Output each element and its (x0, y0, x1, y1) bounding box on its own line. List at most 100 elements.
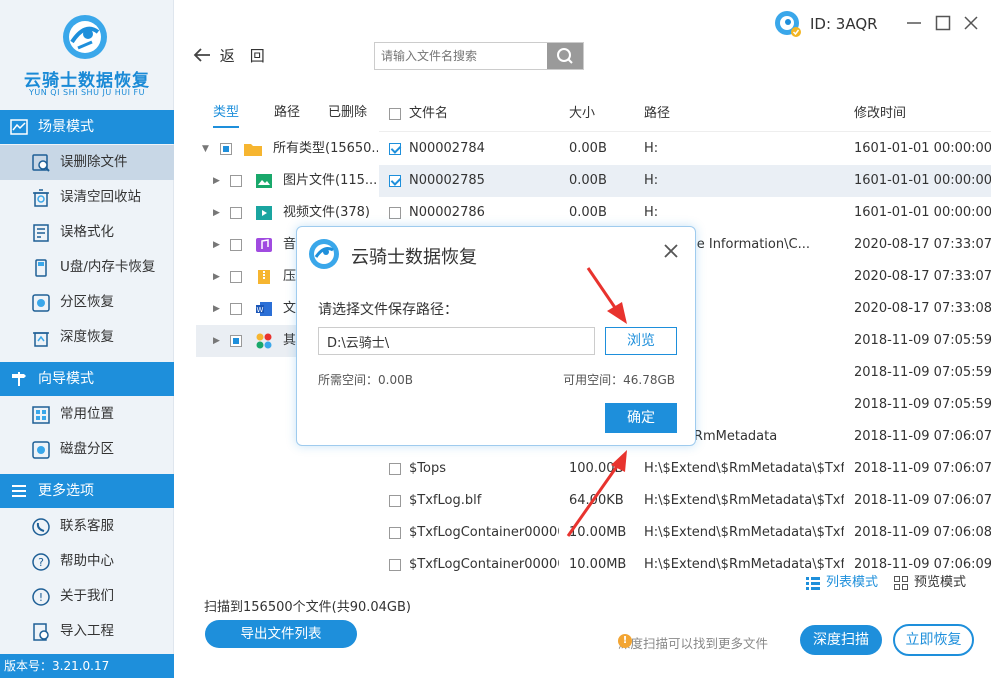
section-more-options[interactable]: 更多选项 (0, 474, 174, 508)
deep-scan-button[interactable]: 深度扫描 (800, 625, 882, 655)
table-row[interactable]: $Tops 100.00B H:\$Extend\$RmMetadata\$TxfL… (379, 453, 991, 485)
nav-help-center[interactable]: ? 帮助中心 (0, 544, 174, 579)
row-checkbox[interactable] (389, 527, 401, 539)
search-button[interactable] (547, 43, 583, 69)
expand-icon[interactable]: ▶ (213, 197, 220, 229)
tree-checkbox[interactable] (230, 207, 242, 219)
nav-contact-support[interactable]: 联系客服 (0, 509, 174, 544)
tree-checkbox[interactable] (230, 239, 242, 251)
minimize-button[interactable] (904, 12, 924, 34)
col-modified[interactable]: 修改时间 (854, 96, 906, 132)
browse-button[interactable]: 浏览 (605, 327, 677, 355)
cell-name: $Tops (409, 461, 446, 476)
expand-icon[interactable]: ▶ (213, 293, 220, 325)
section-wizard-mode[interactable]: 向导模式 (0, 362, 174, 396)
nav-import-project[interactable]: 导入工程 (0, 614, 174, 649)
table-row[interactable]: $TxfLog.blf 64.00KB H:\$Extend\$RmMetadata… (379, 485, 991, 517)
preview-mode-toggle[interactable]: 预览模式 (894, 575, 966, 591)
tab-path[interactable]: 路径 (274, 96, 300, 130)
nav-about-us[interactable]: ! 关于我们 (0, 579, 174, 614)
row-checkbox[interactable] (389, 559, 401, 571)
cell-size: 10.00MB (569, 525, 627, 540)
row-checkbox[interactable] (389, 207, 401, 219)
tree-item-all-types[interactable]: ▼ 所有类型(15650... (196, 133, 378, 165)
tree-item-videos[interactable]: ▶ 视频文件(378) (196, 197, 378, 229)
tree-checkbox[interactable] (230, 175, 242, 187)
tree-label: 图片文件(115... (283, 173, 378, 188)
maximize-button[interactable] (933, 12, 953, 34)
recover-now-button[interactable]: 立即恢复 (893, 624, 974, 656)
cell-path: H:\$Extend\$RmMetadata\$TxfL... (644, 493, 844, 508)
user-id[interactable]: ID: 3AQR (774, 10, 878, 38)
select-all-checkbox[interactable] (389, 108, 401, 120)
close-button[interactable] (961, 12, 981, 34)
table-row[interactable]: N00002784 0.00B H: 1601-01-01 00:00:00 (379, 133, 991, 165)
confirm-button[interactable]: 确定 (605, 403, 677, 433)
nav-label: 关于我们 (60, 588, 114, 604)
cell-time: 1601-01-01 00:00:00 (854, 205, 991, 220)
nav-label: U盘/内存卡恢复 (60, 259, 156, 275)
table-row[interactable]: N00002785 0.00B H: 1601-01-01 00:00:00 (379, 165, 991, 197)
nav-disk-partition[interactable]: 磁盘分区 (0, 432, 174, 467)
expand-icon[interactable]: ▶ (213, 165, 220, 197)
export-list-button[interactable]: 导出文件列表 (205, 620, 357, 648)
grid-view-icon (894, 576, 908, 590)
collapse-icon[interactable]: ▼ (202, 133, 209, 165)
tree-checkbox[interactable] (230, 303, 242, 315)
cell-time: 1601-01-01 00:00:00 (854, 173, 991, 188)
row-checkbox[interactable] (389, 463, 401, 475)
table-row[interactable]: N00002786 0.00B H: 1601-01-01 00:00:00 (379, 197, 991, 229)
cell-path: H:\$Extend\$RmMetadata\$TxfL... (644, 461, 844, 476)
nav-deleted-files[interactable]: 误删除文件 (0, 145, 174, 180)
cell-time: 2018-11-09 07:06:07 (854, 493, 991, 508)
save-path-input[interactable] (318, 327, 595, 355)
nav-label: 联系客服 (60, 518, 114, 534)
cell-time: 2018-11-09 07:06:08 (854, 525, 991, 540)
tab-type[interactable]: 类型 (213, 96, 240, 128)
nav-label: 误格式化 (60, 224, 114, 240)
dialog-title: 云骑士数据恢复 (351, 247, 477, 268)
menu-icon (12, 485, 26, 497)
tree-item-images[interactable]: ▶ 图片文件(115... (196, 165, 378, 197)
signpost-icon (12, 372, 26, 386)
back-button[interactable]: 返 回 (193, 44, 265, 68)
table-row[interactable]: $TxfLogContainer00000... 10.00MB H:\$Exten… (379, 517, 991, 549)
dialog-close-button[interactable] (663, 239, 679, 269)
nav-partition[interactable]: 分区恢复 (0, 285, 174, 320)
row-checkbox[interactable] (389, 143, 401, 155)
available-space: 可用空间：46.78GB (563, 373, 675, 387)
nav-label: 误删除文件 (60, 154, 128, 170)
svg-text:W: W (257, 306, 264, 314)
document-icon: W (256, 302, 272, 316)
nav-deep-recovery[interactable]: 深度恢复 (0, 320, 174, 355)
cell-time: 2020-08-17 07:33:07 (854, 237, 991, 252)
logo-icon (309, 239, 339, 269)
nav-recycle-bin[interactable]: 误清空回收站 (0, 180, 174, 215)
expand-icon[interactable]: ▶ (213, 325, 220, 357)
expand-icon[interactable]: ▶ (213, 261, 220, 293)
help-icon: ? (32, 553, 50, 571)
section-scene-mode[interactable]: 场景模式 (0, 110, 174, 144)
col-path[interactable]: 路径 (644, 96, 670, 132)
minimize-icon (907, 22, 921, 24)
nav-usb-card[interactable]: U盘/内存卡恢复 (0, 250, 174, 285)
col-name[interactable]: 文件名 (409, 96, 448, 132)
tree-tabs: 类型 路径 已删除 (196, 96, 378, 130)
nav-common-locations[interactable]: 常用位置 (0, 397, 174, 432)
expand-icon[interactable]: ▶ (213, 229, 220, 261)
search-input[interactable] (375, 43, 545, 69)
nav-format[interactable]: 误格式化 (0, 215, 174, 250)
hint-text: 深度扫描可以找到更多文件 (618, 636, 769, 651)
list-mode-toggle[interactable]: 列表模式 (806, 575, 878, 591)
cell-name: $TxfLogContainer00000... (409, 525, 559, 540)
row-checkbox[interactable] (389, 175, 401, 187)
tree-checkbox[interactable] (230, 335, 242, 347)
tree-checkbox[interactable] (230, 271, 242, 283)
tree-checkbox[interactable] (220, 143, 232, 155)
file-table-header: 文件名 大小 路径 修改时间 (379, 96, 991, 132)
image-icon (256, 174, 272, 188)
tab-deleted[interactable]: 已删除 (328, 96, 367, 130)
col-size[interactable]: 大小 (569, 96, 595, 132)
row-checkbox[interactable] (389, 495, 401, 507)
cell-name: $TxfLogContainer00000... (409, 557, 559, 572)
